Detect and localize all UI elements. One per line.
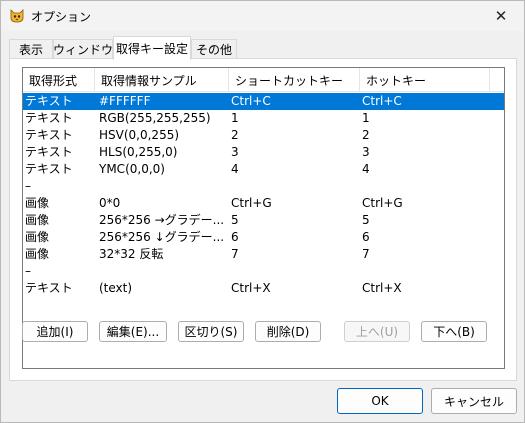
cell-sample: #FFFFFF	[99, 94, 151, 108]
cell-sample: HSV(0,0,255)	[99, 128, 180, 142]
add-button[interactable]: 追加(I)	[22, 321, 88, 342]
column-header-sample-label: 取得情報サンプル	[101, 73, 197, 88]
cell-hotkey: Ctrl+G	[362, 196, 403, 210]
list-row-separator[interactable]: –	[23, 263, 504, 280]
cell-shortcut: Ctrl+X	[231, 281, 271, 295]
cell-hotkey: 3	[362, 145, 370, 159]
column-header-hotkey[interactable]: ホットキー	[360, 68, 490, 92]
column-header-format-label: 取得形式	[29, 73, 78, 88]
cell-sample: (text)	[99, 281, 133, 295]
column-header-hotkey-label: ホットキー	[366, 73, 427, 88]
cell-shortcut: 4	[231, 162, 239, 176]
tab-other[interactable]: その他	[191, 39, 237, 59]
cell-shortcut	[229, 263, 359, 280]
title-bar[interactable]: オプション ✕	[1, 1, 524, 31]
cell-shortcut: 2	[231, 128, 239, 142]
list-row[interactable]: 画像 32*32 反転 7 7	[23, 246, 504, 263]
cell-shortcut: 1	[231, 111, 239, 125]
list-row[interactable]: テキスト HSV(0,0,255) 2 2	[23, 127, 504, 144]
cell-hotkey: 5	[362, 213, 370, 227]
cell-format: –	[25, 179, 31, 193]
close-icon: ✕	[494, 7, 508, 25]
cell-shortcut	[229, 178, 359, 195]
cell-shortcut: 3	[231, 145, 239, 159]
close-button[interactable]: ✕	[478, 1, 524, 31]
list-row[interactable]: テキスト (text) Ctrl+X Ctrl+X	[23, 280, 504, 297]
cell-shortcut: 5	[231, 213, 239, 227]
move-up-button[interactable]: 上へ(U)	[344, 321, 410, 342]
move-down-button[interactable]: 下へ(B)	[421, 321, 487, 342]
list-header: 取得形式 取得情報サンプル ショートカットキー ホットキー	[23, 68, 504, 92]
cell-format: テキスト	[25, 281, 73, 295]
cell-sample	[97, 178, 227, 195]
tab-window-label: ウィンドウ	[53, 43, 114, 57]
list-row[interactable]: 画像 0*0 Ctrl+G Ctrl+G	[23, 195, 504, 212]
list-row[interactable]: テキスト RGB(255,255,255) 1 1	[23, 110, 504, 127]
cell-sample: HLS(0,255,0)	[99, 145, 178, 159]
tab-other-label: その他	[195, 43, 232, 57]
cell-hotkey: 7	[362, 247, 370, 261]
tab-display[interactable]: 表示	[9, 39, 53, 59]
window-title: オプション	[31, 10, 92, 24]
cell-hotkey: Ctrl+X	[362, 281, 402, 295]
cell-format: テキスト	[25, 94, 73, 108]
cell-sample: 32*32 反転	[99, 247, 164, 261]
ok-button[interactable]: OK	[337, 388, 423, 414]
list-row[interactable]: 画像 256*256 →グラデー... 5 5	[23, 212, 504, 229]
cell-hotkey: 4	[362, 162, 370, 176]
list-row[interactable]: 画像 256*256 ↓グラデー... 6 6	[23, 229, 504, 246]
cell-hotkey: 1	[362, 111, 370, 125]
list-row[interactable]: テキスト HLS(0,255,0) 3 3	[23, 144, 504, 161]
cancel-button[interactable]: キャンセル	[431, 388, 517, 414]
delete-button[interactable]: 削除(D)	[255, 321, 321, 342]
cell-format: 画像	[25, 247, 50, 261]
cell-sample: 0*0	[99, 196, 121, 210]
options-dialog: オプション ✕ 表示 ウィンドウ 取得キー設定 その他 取得形式 取得情報サンプ…	[0, 0, 525, 423]
cell-sample: 256*256 →グラデー...	[99, 213, 225, 227]
cell-sample: RGB(255,255,255)	[99, 111, 211, 125]
cell-shortcut: 7	[231, 247, 239, 261]
list-row[interactable]: テキスト #FFFFFF Ctrl+C Ctrl+C	[23, 93, 504, 110]
cell-format: 画像	[25, 213, 50, 227]
column-header-shortcut[interactable]: ショートカットキー	[229, 68, 360, 92]
cell-format: テキスト	[25, 111, 73, 125]
tab-capture-keys-label: 取得キー設定	[115, 42, 188, 56]
list-row-separator[interactable]: –	[23, 178, 504, 195]
cell-hotkey	[360, 178, 490, 195]
list-row[interactable]: テキスト YMC(0,0,0) 4 4	[23, 161, 504, 178]
cell-shortcut: Ctrl+G	[231, 196, 272, 210]
tab-panel: 取得形式 取得情報サンプル ショートカットキー ホットキー テキスト #FFFF…	[9, 58, 517, 381]
cell-format: –	[25, 264, 31, 278]
cell-shortcut: 6	[231, 230, 239, 244]
cell-hotkey: 6	[362, 230, 370, 244]
edit-button[interactable]: 編集(E)...	[99, 321, 167, 342]
tab-window[interactable]: ウィンドウ	[53, 39, 113, 59]
cell-sample: YMC(0,0,0)	[99, 162, 165, 176]
column-header-shortcut-label: ショートカットキー	[235, 73, 344, 88]
tab-capture-keys[interactable]: 取得キー設定	[113, 36, 191, 60]
cell-format: テキスト	[25, 162, 73, 176]
cell-shortcut: Ctrl+C	[231, 94, 271, 108]
cell-format: 画像	[25, 196, 50, 210]
cell-format: 画像	[25, 230, 50, 244]
separator-button[interactable]: 区切り(S)	[178, 321, 244, 342]
cell-sample: 256*256 ↓グラデー...	[99, 230, 225, 244]
app-cat-icon	[9, 7, 25, 23]
cell-hotkey: 2	[362, 128, 370, 142]
cell-sample	[97, 263, 227, 280]
tab-display-label: 表示	[18, 43, 43, 57]
cell-hotkey: Ctrl+C	[362, 94, 402, 108]
column-header-format[interactable]: 取得形式	[23, 68, 95, 92]
cell-hotkey	[360, 263, 490, 280]
cell-format: テキスト	[25, 128, 73, 142]
cell-format: テキスト	[25, 145, 73, 159]
column-header-sample[interactable]: 取得情報サンプル	[95, 68, 229, 92]
